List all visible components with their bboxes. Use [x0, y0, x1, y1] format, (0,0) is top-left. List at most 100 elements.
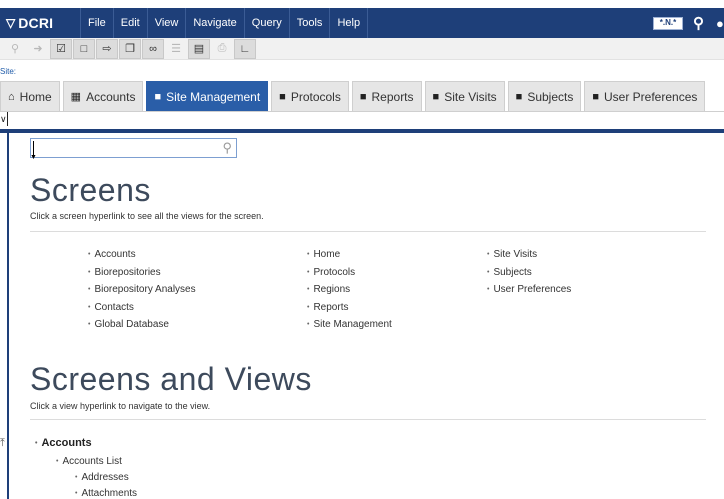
chevron-down-icon[interactable]: ∨	[0, 112, 8, 126]
bullet-icon: •	[307, 321, 310, 328]
new-doc-icon[interactable]: □	[73, 38, 95, 59]
screens-and-views-subtitle: Click a view hyperlink to navigate to th…	[30, 401, 211, 411]
bullet-icon: •	[88, 268, 91, 276]
screen-link-label: Accounts	[94, 249, 136, 260]
bullet-icon: •	[35, 440, 38, 447]
screen-link-regions[interactable]: • Regions	[307, 281, 392, 299]
brand-name: DCRI	[18, 15, 54, 31]
caret-down-icon: ▼	[30, 154, 37, 161]
brand[interactable]: ▽ DCRI	[0, 8, 72, 38]
folder-icon: ■	[515, 90, 523, 103]
screen-link-site-visits[interactable]: • Site Visits	[487, 246, 571, 264]
checklist-icon[interactable]: ☑	[50, 38, 72, 59]
left-border	[7, 133, 9, 499]
main-menu: File Edit View Navigate Query Tools Help	[80, 8, 369, 38]
menu-edit[interactable]: Edit	[112, 8, 147, 38]
print-icon[interactable]: ⎙	[211, 39, 233, 59]
tree-view-label: Accounts List	[62, 456, 122, 467]
screen-link-label: User Preferences	[493, 284, 572, 295]
screens-column-1: • Accounts • Biorepositories • Biorepositor…	[88, 246, 196, 334]
folder-icon: ■	[359, 90, 367, 103]
screen-link-label: Global Database	[94, 319, 169, 330]
tree-view-accounts-list[interactable]: • Accounts List	[56, 456, 122, 467]
list-icon[interactable]: ☰	[165, 39, 187, 59]
screen-link-contacts[interactable]: • Contacts	[88, 299, 196, 317]
bullet-icon: •	[487, 268, 490, 276]
tree-view-attachments[interactable]: • Attachments	[75, 488, 137, 499]
tab-divider	[0, 111, 724, 112]
magnifier-icon[interactable]: ⚲	[222, 140, 232, 156]
tree-view-addresses[interactable]: • Addresses	[75, 472, 129, 483]
user-icon[interactable]: ●	[716, 16, 724, 31]
tree-view-label: Attachments	[81, 488, 138, 499]
screens-column-3: • Site Visits • Subjects • User Preferences	[487, 246, 571, 299]
tab-accounts[interactable]: ▦ Accounts	[62, 81, 144, 111]
tab-site-management[interactable]: ■ Site Management	[146, 81, 269, 111]
screen-link-reports[interactable]: • Reports	[307, 299, 392, 317]
tree-view-label: Addresses	[81, 472, 129, 483]
screen-link-accounts[interactable]: • Accounts	[88, 246, 196, 264]
screen-link-label: Regions	[313, 284, 351, 295]
menu-file[interactable]: File	[80, 8, 113, 38]
bullet-icon: •	[75, 490, 78, 497]
tab-bar: ⌂ Home ▦ Accounts ■ Site Management ■ Pr…	[0, 81, 708, 111]
tab-reports[interactable]: ■ Reports	[351, 81, 422, 111]
bullet-icon: •	[88, 251, 91, 258]
menu-help[interactable]: Help	[329, 8, 369, 38]
screen-link-label: Home	[313, 249, 341, 260]
tab-label: Subjects	[527, 89, 574, 104]
screen-link-biorepositories[interactable]: • Biorepositories	[88, 264, 196, 282]
screen-link-label: Biorepositories	[94, 266, 161, 278]
chart-icon[interactable]: ∟	[234, 38, 256, 59]
screens-column-2: • Home • Protocols • Regions • Reports • Site…	[307, 246, 392, 334]
text-cursor	[33, 141, 34, 155]
screen-link-home[interactable]: • Home	[307, 246, 392, 264]
menu-tools[interactable]: Tools	[288, 8, 330, 38]
site-label: Site:	[0, 67, 17, 76]
screen-link-protocols[interactable]: • Protocols	[307, 264, 392, 282]
language-selector[interactable]: *.N.*	[653, 16, 683, 30]
section-divider	[30, 231, 706, 232]
screen-link-label: Reports	[313, 301, 349, 313]
clipboard-icon[interactable]: ▤	[188, 38, 210, 59]
screen-link-biorepository-analyses[interactable]: • Biorepository Analyses	[88, 281, 196, 299]
folder-icon: ■	[154, 90, 162, 103]
menu-right: *.N.* ⚲ ●	[653, 8, 724, 38]
tab-label: Site Management	[166, 89, 261, 104]
tab-subjects[interactable]: ■ Subjects	[507, 81, 582, 111]
screen-link-user-preferences[interactable]: • User Preferences	[487, 281, 571, 299]
tree-screen-label: Accounts	[41, 437, 92, 449]
menu-navigate[interactable]: Navigate	[185, 8, 243, 38]
tab-label: Site Visits	[444, 89, 497, 104]
tab-user-preferences[interactable]: ■ User Preferences	[584, 81, 706, 111]
home-icon: ⌂	[8, 90, 15, 103]
tab-home[interactable]: ⌂ Home	[0, 81, 60, 111]
go-icon[interactable]: ➜	[27, 39, 49, 59]
search-icon[interactable]: ⚲	[693, 14, 704, 32]
language-flag-label: *.N.*	[659, 18, 677, 27]
screen-link-site-management[interactable]: • Site Management	[307, 316, 392, 334]
menu-view[interactable]: View	[146, 8, 186, 38]
screen-link-subjects[interactable]: • Subjects	[487, 264, 571, 282]
screens-subtitle: Click a screen hyperlink to see all the …	[30, 211, 264, 221]
screen-link-label: Contacts	[94, 301, 134, 313]
back-to-top-icon[interactable]: ⤒	[0, 437, 5, 450]
menu-query[interactable]: Query	[243, 8, 289, 38]
folder-icon: ■	[279, 90, 286, 103]
export-icon[interactable]: ⇨	[96, 38, 118, 59]
copy-icon[interactable]: ❐	[119, 38, 141, 59]
bullet-icon: •	[307, 251, 310, 258]
bullet-icon: •	[75, 474, 78, 481]
search-icon[interactable]: ⚲	[4, 39, 26, 59]
bullet-icon: •	[487, 286, 490, 293]
folder-icon: ■	[432, 90, 440, 103]
link-icon[interactable]: ∞	[142, 38, 164, 59]
bullet-icon: •	[88, 321, 91, 328]
tree-screen-accounts[interactable]: • Accounts	[35, 437, 92, 449]
screen-link-global-database[interactable]: • Global Database	[88, 316, 196, 334]
bullet-icon: •	[88, 286, 91, 293]
tab-protocols[interactable]: ■ Protocols	[271, 81, 349, 111]
tab-label: Protocols	[290, 89, 341, 104]
tab-site-visits[interactable]: ■ Site Visits	[424, 81, 505, 111]
screen-search-input[interactable]: ▼ ⚲	[30, 138, 237, 161]
